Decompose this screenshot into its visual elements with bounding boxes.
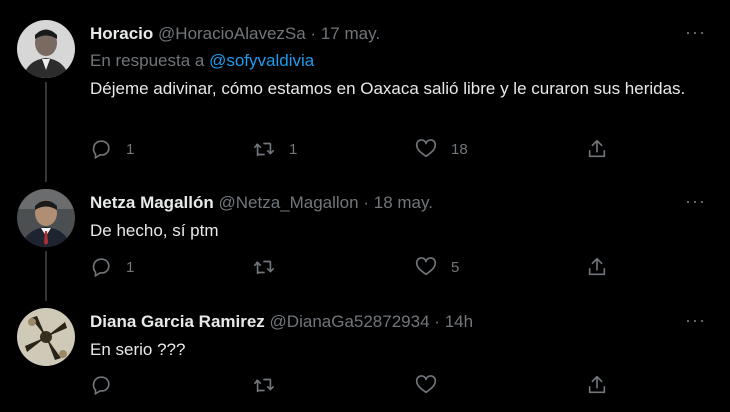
retweet-count: 1 — [289, 140, 298, 158]
user-handle[interactable]: @HoracioAlavezSa — [158, 24, 306, 43]
display-name[interactable]: Horacio — [90, 24, 153, 43]
avatar[interactable] — [17, 308, 75, 366]
separator: · — [310, 24, 317, 43]
reply-to-handle[interactable]: @sofyvaldivia — [209, 51, 314, 70]
tweet-actions: 1 5 — [90, 256, 620, 280]
reply-icon — [90, 256, 112, 278]
tweet-actions — [90, 374, 620, 398]
avatar[interactable] — [17, 20, 75, 78]
reply-button[interactable]: 1 — [90, 138, 134, 160]
display-name[interactable]: Diana Garcia Ramirez — [90, 312, 265, 331]
display-name[interactable]: Netza Magallón — [90, 193, 214, 212]
reply-count: 1 — [126, 140, 135, 158]
retweet-button[interactable] — [253, 374, 289, 396]
reply-count: 1 — [126, 258, 135, 276]
share-icon — [586, 256, 608, 278]
tweet-header: Netza Magallón @Netza_Magallon · 18 may. — [90, 193, 433, 213]
share-button[interactable] — [586, 256, 608, 278]
more-options-icon[interactable]: ··· — [685, 310, 706, 331]
reply-icon — [90, 138, 112, 160]
retweet-icon — [253, 138, 275, 160]
thread-line — [45, 82, 47, 182]
tweet-text: En serio ??? — [90, 340, 186, 359]
user-handle[interactable]: @DianaGa52872934 — [270, 312, 430, 331]
thread-line — [45, 251, 47, 301]
reply-button[interactable] — [90, 374, 126, 396]
more-options-icon[interactable]: ··· — [685, 22, 706, 43]
share-button[interactable] — [586, 374, 608, 396]
like-button[interactable]: 18 — [415, 138, 468, 160]
like-button[interactable]: 5 — [415, 256, 459, 278]
reply-button[interactable]: 1 — [90, 256, 134, 278]
retweet-button[interactable]: 1 — [253, 138, 297, 160]
tweet-netza[interactable]: Netza Magallón @Netza_Magallon · 18 may.… — [0, 175, 730, 301]
share-icon — [586, 138, 608, 160]
like-count: 5 — [451, 258, 460, 276]
tweet-diana[interactable]: Diana Garcia Ramirez @DianaGa52872934 · … — [0, 295, 730, 412]
like-icon — [415, 256, 437, 278]
tweet-actions: 1 1 18 — [90, 138, 620, 162]
timestamp[interactable]: 17 may. — [321, 24, 380, 43]
timestamp[interactable]: 14h — [445, 312, 473, 331]
tweet-text: Déjeme adivinar, cómo estamos en Oaxaca … — [90, 79, 686, 98]
retweet-icon — [253, 374, 275, 396]
retweet-button[interactable] — [253, 256, 289, 278]
tweet-header: Diana Garcia Ramirez @DianaGa52872934 · … — [90, 312, 473, 332]
timestamp[interactable]: 18 may. — [374, 193, 433, 212]
tweet-text: De hecho, sí ptm — [90, 221, 219, 240]
tweet-horacio[interactable]: Horacio @HoracioAlavezSa · 17 may. ··· E… — [0, 0, 730, 182]
like-button[interactable] — [415, 374, 451, 396]
more-options-icon[interactable]: ··· — [685, 191, 706, 212]
user-handle[interactable]: @Netza_Magallon — [218, 193, 358, 212]
share-button[interactable] — [586, 138, 608, 160]
like-icon — [415, 374, 437, 396]
like-count: 18 — [451, 140, 468, 158]
reply-icon — [90, 374, 112, 396]
separator: · — [363, 193, 369, 212]
tweet-header: Horacio @HoracioAlavezSa · 17 may. — [90, 24, 380, 44]
like-icon — [415, 138, 437, 160]
reply-to-label: En respuesta a — [90, 51, 205, 70]
reply-context: En respuesta a @sofyvaldivia — [90, 51, 314, 71]
avatar[interactable] — [17, 189, 75, 247]
share-icon — [586, 374, 608, 396]
separator: · — [434, 312, 440, 331]
retweet-icon — [253, 256, 275, 278]
